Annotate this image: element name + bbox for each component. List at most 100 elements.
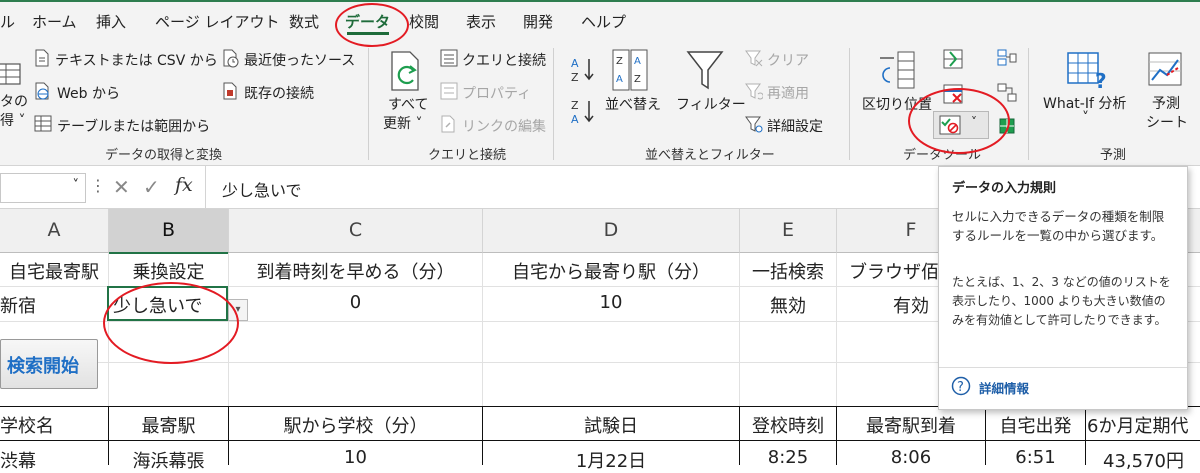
cell-e1[interactable]: 一括検索 (740, 258, 836, 284)
table-border (1085, 406, 1086, 465)
refresh-all-label-2[interactable]: 更新 ˅ (383, 113, 422, 133)
refresh-all-label-1[interactable]: すべて (388, 94, 428, 114)
kebab-icon: ⋮ (90, 176, 106, 195)
sort-icon: Z A A Z (612, 49, 648, 91)
forecast-sheet-icon (1148, 52, 1182, 86)
table-cell[interactable]: 1月22日 (483, 447, 739, 473)
table-cell[interactable]: 海浜幕張 (109, 447, 228, 473)
filter-button[interactable]: フィルター (676, 94, 746, 114)
cell-a2[interactable]: 新宿 (0, 292, 108, 318)
tab-insert[interactable]: 挿入 (96, 11, 126, 32)
svg-text:A: A (571, 113, 579, 126)
recent-sources-button[interactable]: 最近使ったソース (244, 50, 355, 70)
table-range-icon (34, 115, 52, 132)
formula-input[interactable]: 少し急いで (222, 177, 302, 201)
edit-links-icon (441, 115, 455, 133)
table-header-departure[interactable]: 自宅出発 (986, 412, 1085, 438)
tab-home[interactable]: ホーム (32, 11, 77, 32)
refresh-all-icon (391, 51, 419, 91)
column-header-d[interactable]: D (483, 209, 740, 253)
cell-b1[interactable]: 乗換設定 (109, 258, 228, 284)
group-separator (368, 48, 369, 160)
svg-text:Z: Z (571, 71, 579, 84)
column-header-c[interactable]: C (229, 209, 483, 253)
queries-connections-button[interactable]: クエリと接続 (462, 50, 546, 70)
table-cell[interactable]: 渋幕 (0, 447, 108, 473)
svg-text:Z: Z (571, 99, 579, 112)
svg-text:A: A (571, 57, 579, 70)
cell-e2[interactable]: 無効 (740, 292, 836, 318)
get-data-label-2[interactable]: 得 ˅ (0, 110, 25, 130)
cell-a1[interactable]: 自宅最寄駅 (0, 258, 108, 284)
svg-text:Z: Z (634, 74, 641, 85)
clear-filter-icon (745, 50, 763, 67)
clear-button[interactable]: クリア (767, 50, 809, 70)
column-header-a[interactable]: A (0, 209, 109, 253)
table-header-exam-date[interactable]: 試験日 (483, 412, 739, 438)
from-web-button[interactable]: Web から (57, 83, 120, 103)
tab-developer[interactable]: 開発 (523, 11, 553, 32)
forecast-sheet-label-1[interactable]: 予測 (1152, 93, 1180, 113)
column-header-b[interactable]: B (109, 209, 229, 254)
cancel-icon[interactable]: ✕ (113, 175, 130, 199)
column-header-e[interactable]: E (740, 209, 837, 253)
table-header-station-arrival[interactable]: 最寄駅到着 (837, 412, 985, 438)
get-data-icon (0, 63, 21, 85)
group-label-forecast: 予測 (1100, 148, 1127, 163)
advanced-button[interactable]: 詳細設定 (767, 116, 823, 136)
annotation-circle-data-tab (335, 3, 409, 47)
what-if-dropdown[interactable]: ˅ (1082, 110, 1089, 126)
sort-button[interactable]: 並べ替え (605, 94, 661, 114)
tab-formulas[interactable]: 数式 (289, 11, 319, 32)
tab-help[interactable]: ヘルプ (581, 11, 626, 32)
tooltip-divider (939, 367, 1187, 368)
forecast-sheet-label-2[interactable]: シート (1146, 112, 1188, 132)
consolidate-icon (997, 49, 1017, 66)
tooltip-title: データの入力規則 (952, 181, 1057, 196)
existing-connections-button[interactable]: 既存の接続 (244, 83, 314, 103)
annotation-circle-data-validation (908, 88, 1010, 154)
search-start-button[interactable]: 検索開始 (0, 339, 98, 389)
cell-d1[interactable]: 自宅から最寄り駅（分） (483, 258, 739, 284)
properties-button[interactable]: プロパティ (462, 83, 531, 103)
from-table-button[interactable]: テーブルまたは範囲から (57, 116, 210, 136)
insert-function-button[interactable]: fx (175, 174, 193, 196)
ribbon: タの 得 ˅ テキストまたは CSV から Web から テーブルまたは範囲から… (0, 38, 1200, 166)
svg-text:?: ? (957, 380, 964, 395)
table-header-walk[interactable]: 駅から学校（分） (229, 412, 482, 438)
flash-fill-icon (943, 49, 963, 69)
tab-page-layout[interactable]: ページ レイアウト (155, 11, 279, 32)
group-label-sort-filter: 並べ替えとフィルター (645, 148, 775, 163)
help-icon[interactable]: ? (951, 376, 971, 396)
name-box[interactable]: ˅ (0, 173, 86, 203)
tooltip-more-info-link[interactable]: 詳細情報 (979, 378, 1029, 397)
get-data-label-1[interactable]: タの (0, 91, 28, 111)
tab-review[interactable]: 校閲 (409, 11, 439, 32)
svg-text:Z: Z (616, 56, 623, 67)
existing-connections-icon (223, 82, 237, 100)
data-validation-tooltip: データの入力規則 セルに入力できるデータの種類を制限するルールを一覧の中から選び… (938, 166, 1188, 410)
enter-icon[interactable]: ✓ (143, 175, 160, 199)
chevron-down-icon[interactable]: ˅ (73, 178, 80, 193)
edit-links-button[interactable]: リンクの編集 (462, 116, 546, 136)
tab-file[interactable]: ル (0, 11, 15, 32)
reapply-button[interactable]: 再適用 (767, 83, 809, 103)
properties-icon (440, 82, 458, 100)
table-header-arrival[interactable]: 登校時刻 (740, 412, 836, 438)
tooltip-description: セルに入力できるデータの種類を制限するルールを一覧の中から選びます。 (952, 209, 1165, 243)
tab-view[interactable]: 表示 (466, 11, 496, 32)
group-separator (849, 48, 850, 160)
cell-d2[interactable]: 10 (483, 292, 739, 313)
table-cell[interactable]: 43,570円 (1087, 447, 1200, 473)
advanced-filter-icon (745, 116, 763, 133)
what-if-icon: ? (1067, 52, 1107, 90)
table-header-pass[interactable]: 6か月定期代 (1087, 412, 1200, 438)
web-icon (35, 82, 49, 100)
cell-c2[interactable]: 0 (229, 292, 482, 313)
table-header-station[interactable]: 最寄駅 (109, 412, 228, 438)
cell-c1[interactable]: 到着時刻を早める（分） (229, 258, 482, 284)
table-header-school[interactable]: 学校名 (0, 412, 108, 438)
queries-connections-icon (440, 49, 458, 67)
sort-az-icon: A Z (571, 57, 594, 84)
from-text-csv-button[interactable]: テキストまたは CSV から (55, 50, 218, 70)
